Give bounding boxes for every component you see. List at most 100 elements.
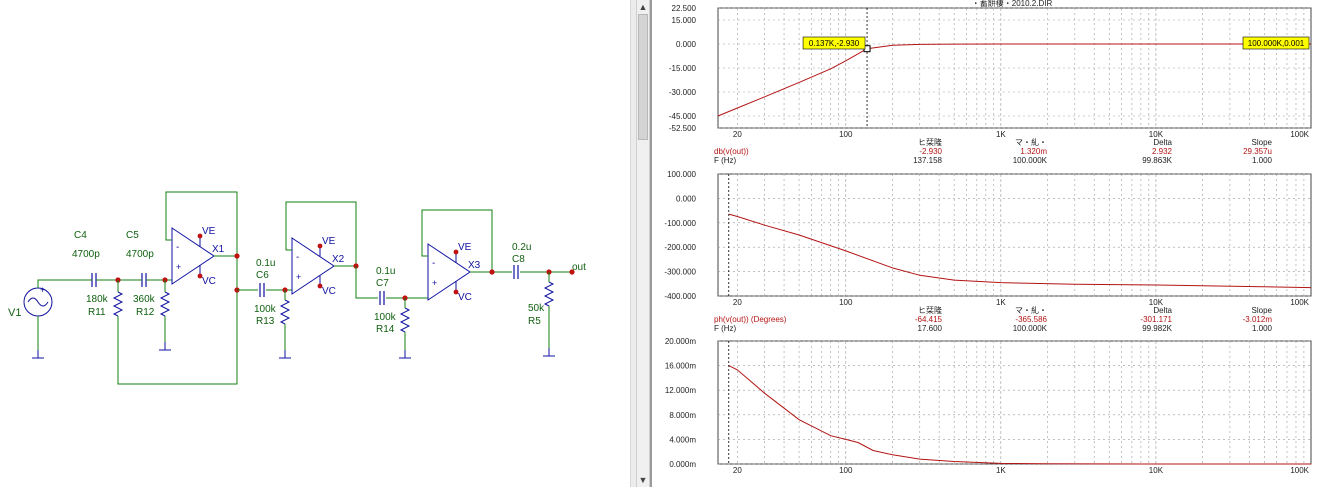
opamp-minus-pin: -	[432, 258, 435, 269]
wire	[37, 279, 90, 288]
scroll-up-arrow-icon[interactable]: ▲	[637, 0, 649, 14]
opamp-ref-label: X2	[332, 254, 345, 265]
y-tick-label: 8.000m	[669, 411, 696, 420]
ground-icon	[32, 350, 44, 359]
readout-label: F (Hz)	[714, 324, 737, 333]
resistor-r11	[112, 291, 124, 317]
component-label: 0.2u	[512, 242, 531, 253]
wire	[117, 258, 238, 385]
y-tick-label: 16.000m	[665, 362, 696, 371]
component-label: R12	[136, 307, 155, 318]
x-tick-label: 10K	[1149, 466, 1164, 475]
opamp-vc-label: VC	[202, 276, 216, 287]
vertical-scrollbar[interactable]: ▲ ▼	[636, 0, 650, 487]
component-label: 4700p	[126, 249, 154, 260]
y-tick-label: 15.000	[672, 16, 697, 25]
waveform-plot-pane[interactable]: ・蓄餅棲・2010.2.DIR 22.500 15.000 0.000 -15.000 -…	[650, 0, 1325, 487]
scroll-thumb[interactable]	[638, 14, 648, 140]
resistor-r13	[279, 299, 291, 325]
capacitor-c8	[513, 265, 519, 279]
opamp-ve-label: VE	[458, 242, 472, 253]
x-tick-label: 20	[733, 130, 742, 139]
plot-area[interactable]: ・蓄餅棲・2010.2.DIR 22.500 15.000 0.000 -15.000 -…	[652, 0, 1325, 487]
component-label: C5	[126, 230, 139, 241]
y-tick-label: -400.000	[664, 292, 696, 301]
component-label: R13	[256, 316, 275, 327]
resistor-r5	[543, 281, 555, 307]
plot-panel-2	[717, 173, 1312, 297]
opamp-plus-pin: +	[176, 262, 181, 272]
readout-value: 100.000K	[1013, 156, 1048, 165]
schematic-canvas[interactable]: + V1 - + VE VC X1 C4 4700p C5 4700p 180k R11 360k R12 -…	[0, 0, 630, 487]
y-tick-label: -52.500	[669, 124, 697, 133]
readout-value: 100.000K	[1013, 324, 1048, 333]
y-tick-label: -30.000	[669, 88, 697, 97]
y-tick-label: 4.000m	[669, 435, 696, 444]
y-tick-label: -15.000	[669, 64, 697, 73]
capacitor-c6	[259, 283, 265, 297]
readout-value: 1.000	[1252, 324, 1273, 333]
plot-frame	[717, 173, 1312, 297]
y-tick-label: -100.000	[664, 219, 696, 228]
x-tick-label: 100	[839, 466, 853, 475]
y-tick-label: -300.000	[664, 268, 696, 277]
readout-value: 99.982K	[1142, 324, 1172, 333]
readout-header: Slope	[1252, 306, 1273, 315]
x-tick-label: 1K	[996, 298, 1006, 307]
capacitor-c4	[91, 273, 97, 287]
readout-value: 1.000	[1252, 156, 1273, 165]
y-tick-label: 0.000m	[669, 460, 696, 469]
readout-value: 1.320m	[1020, 147, 1047, 156]
component-label: 100k	[254, 304, 277, 315]
readout-header: マ・糺・	[1015, 305, 1047, 315]
component-label: R11	[88, 307, 106, 318]
readout-value: -301.171	[1140, 315, 1172, 324]
opamp-plus-pin: +	[296, 272, 301, 282]
junction-dot	[489, 269, 495, 275]
readout-header: ヒ栞隆	[918, 305, 942, 315]
resistor-r12	[159, 291, 171, 317]
readout-value: -365.586	[1015, 315, 1047, 324]
x-tick-label: 100	[839, 130, 853, 139]
sine-wave-icon	[27, 297, 49, 307]
opamp-ve-label: VE	[202, 226, 216, 237]
cursor-label-1: 0.137K,-2.930	[809, 39, 860, 48]
readout-header: Slope	[1252, 138, 1273, 147]
readout-label: ph(v(out)) (Degrees)	[714, 315, 787, 324]
x-tick-label: 100K	[1290, 298, 1309, 307]
ground-icon	[399, 350, 411, 359]
component-label: 360k	[133, 294, 156, 305]
output-net-label: out	[572, 262, 586, 273]
y-tick-label: 20.000m	[665, 337, 696, 346]
component-label: R5	[528, 316, 541, 327]
y-tick-label: 100.000	[667, 170, 696, 179]
y-tick-label: 22.500	[672, 4, 697, 13]
opamp-vc-label: VC	[458, 292, 472, 303]
x-tick-label: 1K	[996, 130, 1006, 139]
capacitor-c7	[379, 291, 385, 305]
readout-value: -2.930	[919, 147, 942, 156]
resistor-r14	[399, 307, 411, 333]
readout-value: 17.600	[918, 324, 943, 333]
opamp-plus-pin: +	[432, 278, 437, 288]
wire	[355, 266, 378, 299]
plot-frame	[717, 340, 1312, 465]
component-label: R14	[376, 324, 395, 335]
component-label: 0.1u	[256, 258, 275, 269]
component-label: 0.1u	[376, 266, 395, 277]
readout-header: マ・糺・	[1015, 137, 1047, 147]
plot-panel-1	[717, 7, 1312, 129]
y-tick-label: 12.000m	[665, 386, 696, 395]
readout-header: Delta	[1153, 138, 1172, 147]
source-plus-pin: +	[40, 285, 45, 295]
y-tick-label: 0.000	[676, 40, 697, 49]
scroll-down-arrow-icon[interactable]: ▼	[637, 473, 649, 487]
ground-icon	[279, 350, 291, 359]
readout-value: 137.158	[913, 156, 942, 165]
x-tick-label: 100K	[1290, 466, 1309, 475]
source-label: V1	[8, 307, 21, 319]
opamp-ref-label: X1	[212, 244, 225, 255]
opamp-ve-label: VE	[322, 236, 336, 247]
readout-label: F (Hz)	[714, 156, 737, 165]
readout-label: db(v(out))	[714, 147, 749, 156]
